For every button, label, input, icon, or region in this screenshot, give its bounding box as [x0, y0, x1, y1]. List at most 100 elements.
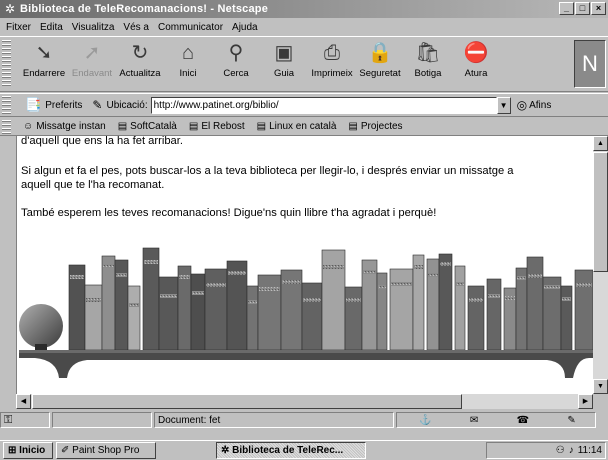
- scroll-down-button[interactable]: ▼: [593, 379, 608, 394]
- book-spine-band: [517, 276, 526, 280]
- scroll-up-button[interactable]: ▲: [593, 136, 608, 151]
- book-spine: [376, 272, 388, 351]
- paragraph-intro-end: d'aquell que ens la ha fet arribar.: [21, 136, 183, 147]
- nav-button-label: Endavant: [71, 68, 113, 79]
- close-button[interactable]: ×: [591, 2, 606, 15]
- book-spine-band: [363, 270, 376, 274]
- menu-edit[interactable]: Edita: [40, 22, 63, 33]
- book-spine-band: [576, 283, 592, 287]
- netscape-logo[interactable]: N: [574, 40, 606, 88]
- task-netscape[interactable]: ✲ Biblioteca de TeleRec...: [216, 442, 366, 459]
- menu-communicator[interactable]: Communicator: [158, 22, 223, 33]
- vertical-scrollbar[interactable]: ▲ ▼: [593, 136, 608, 394]
- cerca-button[interactable]: ⚲ Cerca: [212, 41, 260, 87]
- start-button[interactable]: ⊞ Inicio: [3, 442, 53, 459]
- minimize-button[interactable]: _: [559, 2, 574, 15]
- seguretat-button[interactable]: 🔒 Seguretat: [356, 41, 404, 87]
- scroll-left-button[interactable]: ◀: [16, 394, 31, 409]
- nav-button-label: Atura: [464, 68, 488, 79]
- home-icon: ⌂: [181, 42, 195, 64]
- location-toolbar: 📑 Preferits ✎ Ubicació: ▼ ◎ Afins: [0, 93, 608, 117]
- personal-item-label: Projectes: [360, 121, 403, 132]
- personal-toolbar: ☺ Missatge instan ▤ SoftCatalà ▤ El Rebo…: [0, 118, 608, 136]
- netscape-task-icon: ✲: [221, 445, 230, 456]
- book-spine-band: [346, 298, 361, 302]
- guia-button[interactable]: ▣ Guia: [260, 41, 308, 87]
- task-label: Paint Shop Pro: [72, 445, 140, 456]
- personal-item-instant-message[interactable]: ☺ Missatge instan: [23, 121, 106, 132]
- system-tray: ⚇ ♪ 11:14: [486, 442, 606, 459]
- forward-arrow-icon: ➚: [83, 42, 101, 64]
- actualitza-button[interactable]: ↻ Actualitza: [116, 41, 164, 87]
- whats-related-icon[interactable]: ◎: [517, 98, 527, 112]
- book-spine: [190, 273, 206, 351]
- book-spine: [526, 256, 544, 351]
- toolbar-grip[interactable]: [2, 40, 11, 88]
- bookmark-page-icon: ▤: [188, 121, 199, 132]
- book-spine-band: [414, 265, 423, 269]
- status-text: Document: fet: [154, 412, 394, 428]
- guide-icon: ▣: [274, 42, 294, 64]
- personal-item-softcatala[interactable]: ▤ SoftCatalà: [118, 121, 177, 132]
- book-spine-band: [129, 303, 139, 307]
- navigator-icon[interactable]: ⚓: [419, 415, 431, 426]
- endavant-button[interactable]: ➚ Endavant: [68, 41, 116, 87]
- nav-button-label: Inici: [179, 68, 197, 79]
- menu-file[interactable]: Fitxer: [6, 22, 31, 33]
- maximize-button[interactable]: □: [575, 2, 590, 15]
- imprimeix-button[interactable]: ⎙ Imprimeix: [308, 41, 356, 87]
- horizontal-scroll-thumb[interactable]: [32, 394, 462, 409]
- menu-help[interactable]: Ajuda: [232, 22, 258, 33]
- endarrere-button[interactable]: ➘ Endarrere: [20, 41, 68, 87]
- atura-button[interactable]: ⛔ Atura: [452, 41, 500, 87]
- page-proxy-icon[interactable]: ✎: [92, 98, 102, 112]
- composer-icon[interactable]: ✎: [567, 415, 575, 426]
- personal-item-linux-catala[interactable]: ▤ Linux en català: [257, 121, 337, 132]
- book-spine-band: [528, 274, 542, 278]
- security-status[interactable]: ⚿: [0, 412, 50, 428]
- menu-bar: Fitxer Edita Visualitza Vés a Communicat…: [0, 19, 608, 35]
- url-dropdown-button[interactable]: ▼: [496, 96, 511, 114]
- book-spine-band: [282, 280, 301, 284]
- whats-related-label[interactable]: Afins: [529, 100, 551, 111]
- bookmarks-icon[interactable]: 📑: [25, 97, 41, 113]
- book-spine: [301, 282, 323, 351]
- shop-icon: 🛍: [415, 42, 441, 64]
- network-icon[interactable]: ⚇: [556, 445, 565, 456]
- url-input[interactable]: [150, 96, 497, 114]
- nav-button-group: ➘ Endarrere ➚ Endavant ↻ Actualitza ⌂ Inici ⚲ Cer…: [20, 41, 500, 87]
- book-spine-band: [544, 285, 560, 289]
- book-spine-band: [70, 275, 84, 279]
- vertical-scroll-thumb[interactable]: [593, 152, 608, 272]
- mail-icon[interactable]: ✉: [470, 415, 478, 426]
- menu-view[interactable]: Visualitza: [72, 22, 115, 33]
- location-grip[interactable]: [2, 96, 11, 114]
- book-spine-band: [378, 285, 386, 289]
- botiga-button[interactable]: 🛍 Botiga: [404, 41, 452, 87]
- inici-button[interactable]: ⌂ Inici: [164, 41, 212, 87]
- title-bar[interactable]: ✲ Biblioteca de TeleRecomanacions! - Net…: [0, 0, 608, 18]
- horizontal-scrollbar[interactable]: ◀ ▶: [16, 394, 593, 409]
- bookmark-page-icon: ▤: [256, 121, 267, 132]
- news-icon[interactable]: ☎: [517, 415, 529, 426]
- nav-button-label: Cerca: [223, 68, 249, 79]
- personal-item-projectes[interactable]: ▤ Projectes: [348, 121, 402, 132]
- menu-go[interactable]: Vés a: [123, 22, 149, 33]
- personal-grip[interactable]: [2, 119, 11, 134]
- book-spine-band: [505, 296, 515, 300]
- bookmarks-label[interactable]: Preferits: [45, 100, 82, 111]
- personal-item-el-rebost[interactable]: ▤ El Rebost: [189, 121, 245, 132]
- task-paint-shop-pro[interactable]: ✐ Paint Shop Pro: [56, 442, 156, 459]
- volume-icon[interactable]: ♪: [569, 445, 574, 456]
- book-spine: [127, 285, 141, 351]
- scroll-right-button[interactable]: ▶: [578, 394, 593, 409]
- windows-logo-icon: ⊞: [8, 445, 17, 456]
- globe-image: [19, 304, 63, 348]
- clock[interactable]: 11:14: [578, 445, 602, 456]
- book-spine: [426, 258, 440, 351]
- book-spine-band: [116, 273, 127, 277]
- book-spine-band: [428, 273, 438, 277]
- security-key-icon: ⚿: [4, 413, 13, 426]
- books-group: [68, 247, 593, 351]
- book-spine: [84, 284, 103, 351]
